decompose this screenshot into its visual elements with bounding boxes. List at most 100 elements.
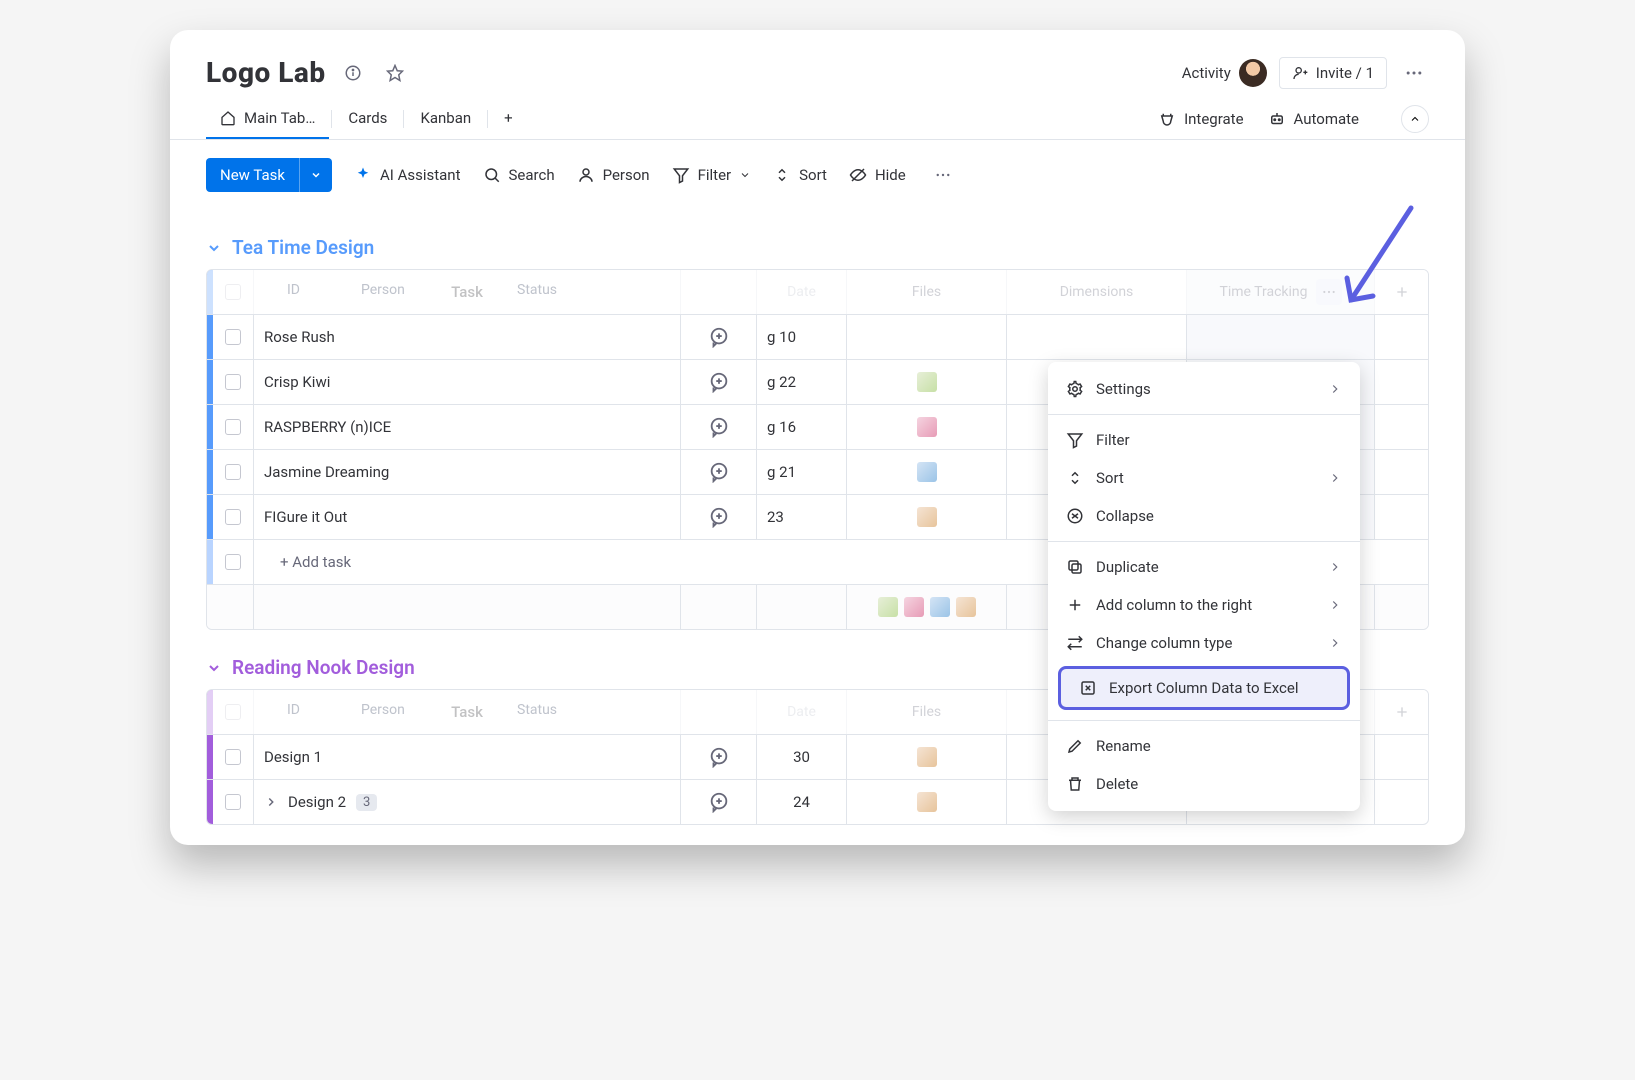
row-checkbox[interactable]	[225, 374, 241, 390]
files-cell[interactable]	[846, 780, 1006, 824]
col-date[interactable]: Date	[756, 690, 846, 734]
chevron-right-icon[interactable]	[264, 795, 278, 809]
person-label: Person	[603, 166, 650, 184]
invite-button[interactable]: Invite / 1	[1279, 57, 1387, 89]
sort-icon	[773, 166, 791, 184]
open-conversation[interactable]	[680, 735, 756, 779]
file-thumb	[917, 417, 937, 437]
menu-delete[interactable]: Delete	[1048, 765, 1360, 803]
col-task[interactable]: Task	[253, 270, 680, 314]
files-cell[interactable]	[846, 495, 1006, 539]
new-task-button[interactable]: New Task	[206, 158, 332, 192]
row-checkbox[interactable]	[225, 329, 241, 345]
row-checkbox[interactable]	[225, 419, 241, 435]
ai-label: AI Assistant	[380, 166, 461, 184]
integrate-label: Integrate	[1184, 110, 1243, 128]
group-header[interactable]: Tea Time Design	[206, 236, 1429, 259]
menu-rename[interactable]: Rename	[1048, 727, 1360, 765]
date-value: g 10	[767, 328, 796, 346]
open-conversation[interactable]	[680, 405, 756, 449]
search-icon	[483, 166, 501, 184]
tab-kanban[interactable]: Kanban	[406, 99, 485, 139]
hide-label: Hide	[875, 166, 906, 184]
col-files[interactable]: Files	[846, 270, 1006, 314]
col-dimensions[interactable]: Dimensions	[1006, 270, 1186, 314]
invite-icon	[1292, 65, 1308, 81]
menu-change-type[interactable]: Change column type	[1048, 624, 1360, 662]
task-name: FIGure it Out	[264, 508, 347, 526]
group-title: Reading Nook Design	[232, 656, 415, 679]
open-conversation[interactable]	[680, 780, 756, 824]
table-row[interactable]: Rose Rush g 10	[207, 314, 1428, 359]
robot-icon	[1268, 110, 1286, 128]
sort-button[interactable]: Sort	[773, 166, 827, 184]
chat-add-icon	[708, 326, 730, 348]
menu-sort[interactable]: Sort	[1048, 459, 1360, 497]
person-filter-button[interactable]: Person	[577, 166, 650, 184]
tab-label: Main Tab…	[244, 109, 315, 127]
invite-label: Invite / 1	[1316, 64, 1374, 82]
new-task-dropdown[interactable]	[299, 158, 332, 192]
row-checkbox[interactable]	[225, 509, 241, 525]
files-summary	[878, 597, 976, 617]
add-view-button[interactable]: +	[490, 99, 527, 139]
activity-link[interactable]: Activity	[1182, 59, 1267, 87]
chevron-down-icon	[206, 660, 222, 676]
files-cell[interactable]	[846, 735, 1006, 779]
swap-icon	[1066, 634, 1084, 652]
date-value: g 16	[767, 418, 796, 436]
row-checkbox[interactable]	[225, 554, 241, 570]
chevron-down-icon	[206, 240, 222, 256]
row-checkbox[interactable]	[225, 749, 241, 765]
integrate-button[interactable]: Integrate	[1158, 110, 1243, 128]
files-cell[interactable]	[846, 405, 1006, 449]
task-name: Crisp Kiwi	[264, 373, 330, 391]
filter-icon	[1066, 431, 1084, 449]
automate-button[interactable]: Automate	[1268, 110, 1359, 128]
search-button[interactable]: Search	[483, 166, 555, 184]
tab-cards[interactable]: Cards	[334, 99, 401, 139]
collapse-header-button[interactable]	[1401, 105, 1429, 133]
ai-assistant-button[interactable]: AI Assistant	[354, 166, 461, 184]
menu-duplicate[interactable]: Duplicate	[1048, 548, 1360, 586]
filter-button[interactable]: Filter	[672, 166, 752, 184]
open-conversation[interactable]	[680, 315, 756, 359]
col-task[interactable]: Task	[253, 690, 680, 734]
col-chat	[680, 270, 756, 314]
select-all-cell[interactable]	[207, 690, 253, 734]
menu-label: Export Column Data to Excel	[1109, 679, 1299, 697]
col-files[interactable]: Files	[846, 690, 1006, 734]
col-date[interactable]: Date	[756, 270, 846, 314]
sparkle-icon	[354, 166, 372, 184]
file-thumb	[917, 372, 937, 392]
menu-export-excel[interactable]: Export Column Data to Excel	[1058, 666, 1350, 710]
star-icon[interactable]	[380, 58, 410, 88]
task-name: Design 2	[288, 793, 346, 811]
task-name: RASPBERRY (n)ICE	[264, 418, 391, 436]
plus-icon	[1066, 596, 1084, 614]
row-checkbox[interactable]	[225, 794, 241, 810]
hide-button[interactable]: Hide	[849, 166, 906, 184]
open-conversation[interactable]	[680, 495, 756, 539]
more-icon[interactable]	[1399, 58, 1429, 88]
open-conversation[interactable]	[680, 450, 756, 494]
files-cell[interactable]	[846, 360, 1006, 404]
chevron-right-icon	[1328, 560, 1342, 574]
select-all-cell[interactable]	[207, 270, 253, 314]
menu-label: Collapse	[1096, 507, 1154, 525]
menu-filter[interactable]: Filter	[1048, 421, 1360, 459]
date-value: 23	[767, 508, 784, 526]
tab-main[interactable]: Main Tab…	[206, 99, 329, 139]
menu-collapse[interactable]: Collapse	[1048, 497, 1360, 535]
open-conversation[interactable]	[680, 360, 756, 404]
subitem-count: 3	[356, 794, 377, 811]
menu-settings[interactable]: Settings	[1048, 370, 1360, 408]
files-cell[interactable]	[846, 450, 1006, 494]
row-checkbox[interactable]	[225, 464, 241, 480]
files-cell[interactable]	[846, 315, 1006, 359]
toolbar-more-icon[interactable]	[928, 160, 958, 190]
menu-add-column-right[interactable]: Add column to the right	[1048, 586, 1360, 624]
add-column-button[interactable]	[1374, 690, 1428, 734]
menu-export-excel-highlight: Export Column Data to Excel	[1048, 662, 1360, 714]
info-icon[interactable]	[338, 58, 368, 88]
